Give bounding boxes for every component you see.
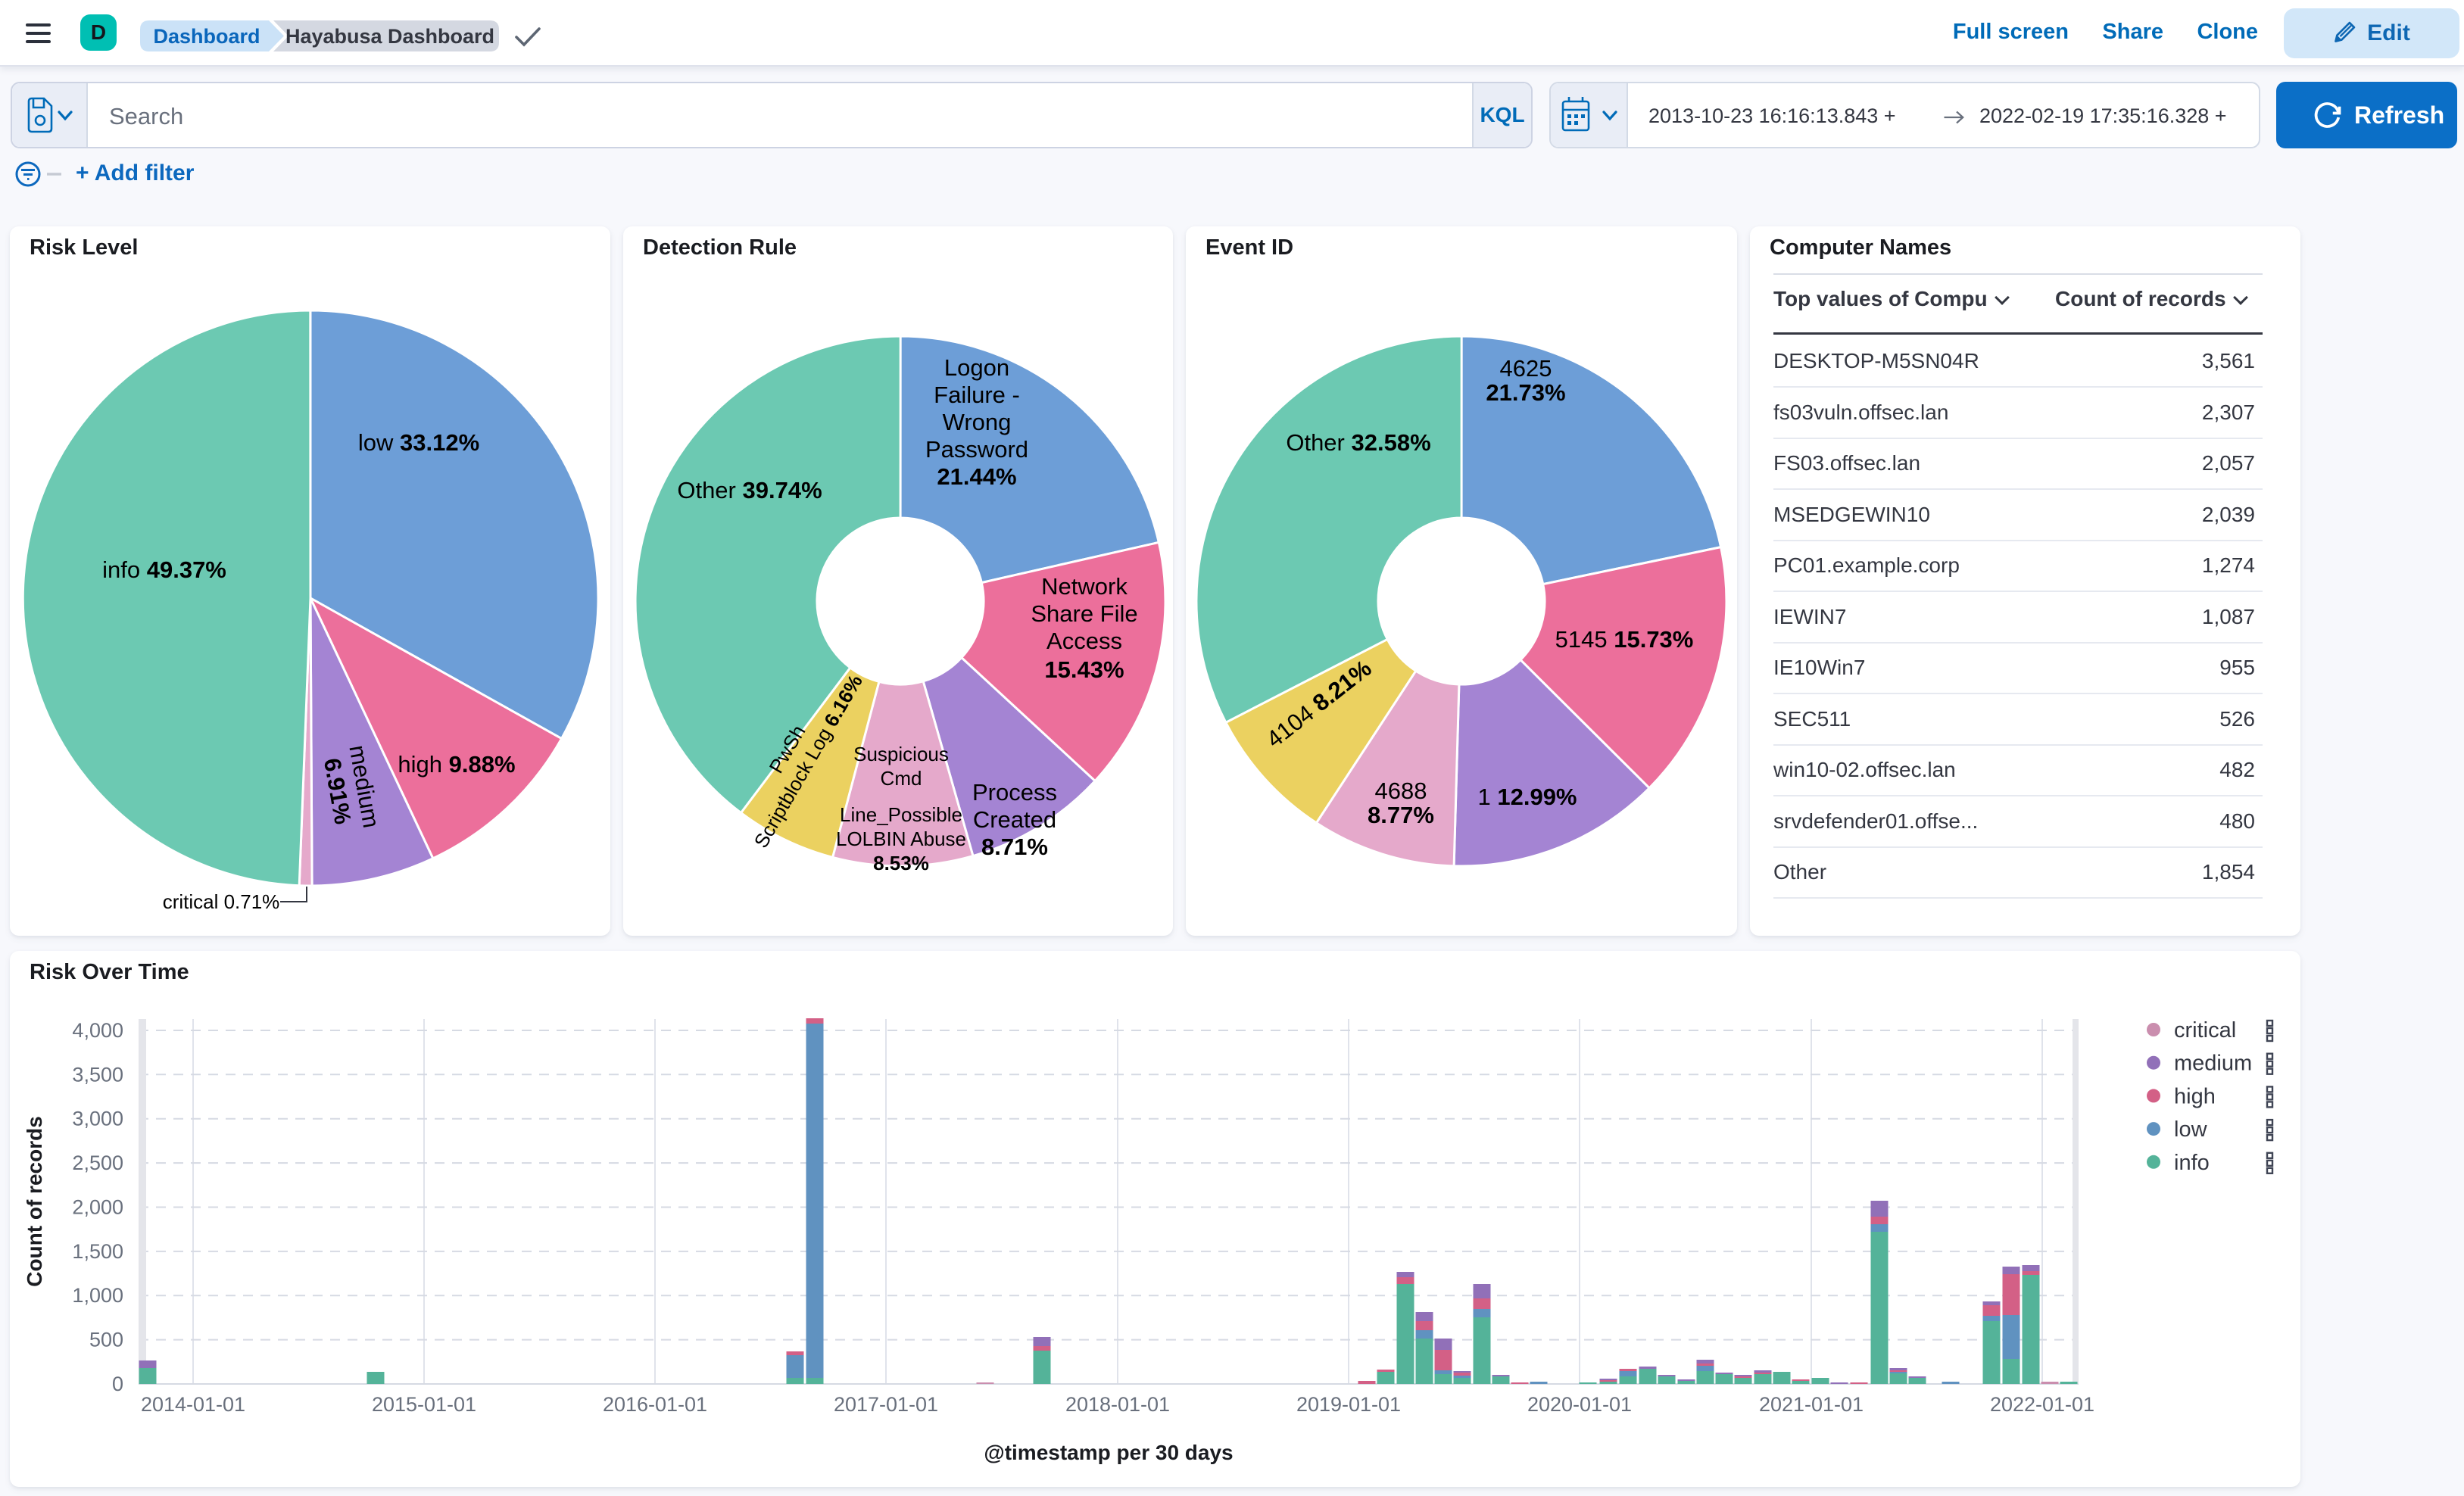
svg-text:critical 0.71%: critical 0.71% (163, 890, 280, 913)
svg-text:@timestamp per 30 days: @timestamp per 30 days (984, 1441, 1233, 1464)
svg-text:2,500: 2,500 (72, 1152, 123, 1174)
svg-text:2018-01-01: 2018-01-01 (1065, 1393, 1170, 1416)
svg-text:Logon: Logon (944, 354, 1009, 381)
svg-text:Password: Password (925, 436, 1028, 463)
svg-text:Network: Network (1041, 573, 1128, 600)
svg-text:0: 0 (112, 1373, 123, 1395)
svg-text:medium: medium (2174, 1052, 2252, 1076)
svg-text:8.71%: 8.71% (981, 834, 1048, 860)
svg-text:info 49.37%: info 49.37% (102, 556, 226, 583)
svg-text:4,000: 4,000 (72, 1019, 123, 1042)
svg-text:Wrong: Wrong (943, 409, 1012, 435)
svg-text:Count of records: Count of records (23, 1116, 46, 1287)
svg-text:Process: Process (972, 779, 1057, 806)
svg-text:high 9.88%: high 9.88% (398, 751, 515, 778)
svg-text:2022-01-01: 2022-01-01 (1990, 1393, 2094, 1416)
svg-text:2020-01-01: 2020-01-01 (1527, 1393, 1632, 1416)
svg-text:info: info (2174, 1151, 2210, 1175)
svg-text:1,500: 1,500 (72, 1240, 123, 1263)
svg-text:1 12.99%: 1 12.99% (1478, 784, 1577, 810)
svg-text:2019-01-01: 2019-01-01 (1296, 1393, 1401, 1416)
svg-text:2021-01-01: 2021-01-01 (1759, 1393, 1864, 1416)
svg-text:2,000: 2,000 (72, 1196, 123, 1219)
svg-text:Cmd: Cmd (881, 767, 922, 790)
svg-text:1,000: 1,000 (72, 1284, 123, 1307)
svg-text:3,500: 3,500 (72, 1063, 123, 1086)
svg-text:low 33.12%: low 33.12% (358, 429, 479, 456)
svg-text:Share File: Share File (1031, 600, 1137, 627)
svg-text:8.77%: 8.77% (1368, 802, 1434, 828)
svg-text:8.53%: 8.53% (873, 852, 929, 874)
svg-text:low: low (2174, 1117, 2208, 1142)
svg-text:500: 500 (89, 1329, 123, 1351)
svg-text:2015-01-01: 2015-01-01 (372, 1393, 476, 1416)
svg-text:15.43%: 15.43% (1044, 656, 1124, 683)
svg-text:4625: 4625 (1500, 355, 1552, 382)
svg-text:Dashboard: Dashboard (153, 25, 260, 48)
svg-text:5145 15.73%: 5145 15.73% (1555, 626, 1694, 653)
svg-text:2016-01-01: 2016-01-01 (603, 1393, 707, 1416)
svg-text:4688: 4688 (1375, 778, 1427, 804)
svg-text:3,000: 3,000 (72, 1108, 123, 1130)
svg-text:Line_Possible: Line_Possible (840, 803, 962, 826)
svg-text:2017-01-01: 2017-01-01 (834, 1393, 938, 1416)
svg-text:critical: critical (2174, 1018, 2236, 1043)
svg-text:high: high (2174, 1084, 2216, 1108)
svg-text:LOLBIN Abuse: LOLBIN Abuse (836, 827, 966, 850)
svg-text:Hayabusa Dashboard: Hayabusa Dashboard (285, 25, 494, 48)
svg-text:21.44%: 21.44% (937, 463, 1016, 490)
svg-text:Suspicious: Suspicious (853, 743, 949, 765)
svg-text:2014-01-01: 2014-01-01 (141, 1393, 245, 1416)
svg-text:Access: Access (1046, 628, 1122, 654)
svg-text:Failure -: Failure - (934, 382, 1020, 408)
svg-text:21.73%: 21.73% (1486, 379, 1565, 406)
svg-text:Other 32.58%: Other 32.58% (1286, 429, 1430, 456)
svg-text:Other 39.74%: Other 39.74% (677, 477, 822, 503)
svg-text:Created: Created (973, 806, 1056, 833)
